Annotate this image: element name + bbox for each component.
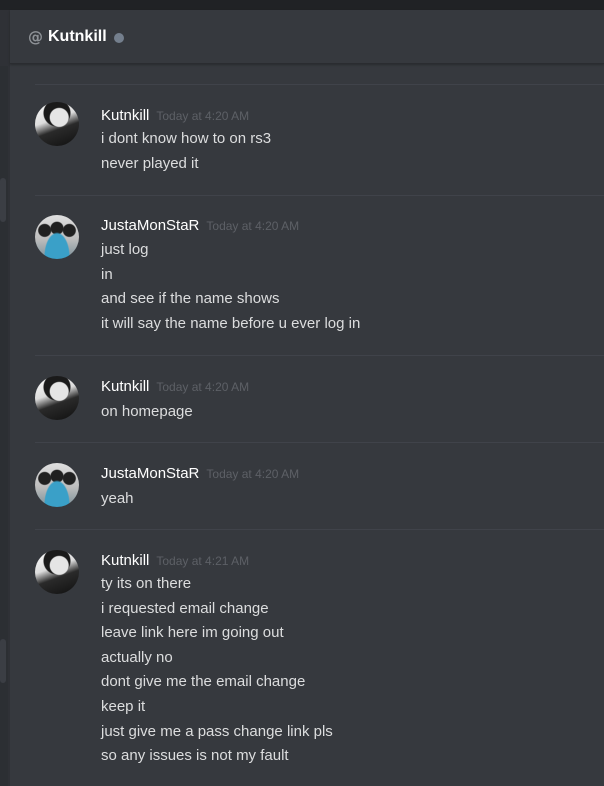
message-body: just log in and see if the name shows it…: [101, 238, 594, 336]
kutnkill-avatar[interactable]: [35, 550, 79, 594]
message-timestamp: Today at 4:20 AM: [206, 467, 300, 481]
message-timestamp: Today at 4:20 AM: [156, 109, 250, 123]
message-line: it will say the name before u ever log i…: [101, 314, 361, 332]
message-line: actually no: [101, 648, 173, 666]
message-line: yeah: [101, 490, 134, 507]
justamonstar-avatar[interactable]: [35, 215, 79, 259]
author-name[interactable]: JustaMonStaR: [101, 217, 199, 234]
message-divider: [35, 355, 604, 356]
message-body: i dont know how to on rs3 never played i…: [101, 127, 594, 176]
message-divider: [35, 195, 604, 196]
message-timestamp: Today at 4:20 AM: [156, 380, 250, 394]
author-name[interactable]: JustaMonStaR: [101, 465, 199, 482]
message-divider: [35, 442, 604, 443]
message-line: keep it: [101, 697, 146, 715]
message-line: never played it: [101, 154, 199, 172]
message-author[interactable]: JustaMonStaR Today at 4:20 AM: [101, 217, 299, 234]
message-line: so any issues is not my fault: [101, 747, 289, 765]
author-name[interactable]: Kutnkill: [101, 378, 149, 395]
kutnkill-avatar[interactable]: [35, 376, 79, 420]
message-timestamp: Today at 4:20 AM: [206, 219, 300, 233]
window-top-bar: [0, 0, 604, 10]
offline-status-icon: [113, 33, 124, 43]
message-author[interactable]: Kutnkill Today at 4:20 AM: [101, 378, 249, 395]
channel-title[interactable]: Kutnkill: [48, 28, 107, 46]
message-line: leave link here im going out: [101, 624, 284, 642]
scrollbar-thumb-lower[interactable]: [0, 639, 6, 683]
author-name[interactable]: Kutnkill: [101, 552, 149, 569]
message-body: yeah: [101, 487, 594, 512]
message-line: i dont know how to on rs3: [101, 130, 272, 147]
message-timestamp: Today at 4:21 AM: [156, 554, 250, 568]
message-line: just log: [101, 241, 149, 258]
message-line: i requested email change: [101, 599, 269, 617]
message-author[interactable]: Kutnkill Today at 4:20 AM: [101, 107, 249, 124]
message-divider: [35, 529, 604, 530]
message-line: on homepage: [101, 403, 193, 420]
channel-header: @ Kutnkill: [10, 10, 604, 64]
scrollbar[interactable]: [0, 66, 8, 786]
justamonstar-avatar[interactable]: [35, 463, 79, 507]
message-body: ty its on there i requested email change…: [101, 572, 594, 769]
message-line: dont give me the email change: [101, 673, 306, 691]
message-line: and see if the name shows: [101, 290, 280, 308]
message-author[interactable]: JustaMonStaR Today at 4:20 AM: [101, 465, 299, 482]
message-list: Kutnkill Today at 4:20 AM i dont know how…: [10, 64, 604, 786]
message-line: just give me a pass change link pls: [101, 722, 333, 740]
scrollbar-thumb[interactable]: [0, 178, 6, 222]
dm-at-icon: @: [28, 27, 43, 46]
kutnkill-avatar[interactable]: [35, 102, 79, 146]
message-body: on homepage: [101, 400, 594, 425]
message-line: ty its on there: [101, 575, 192, 592]
message-author[interactable]: Kutnkill Today at 4:21 AM: [101, 552, 249, 569]
message-divider: [35, 84, 604, 85]
author-name[interactable]: Kutnkill: [101, 107, 149, 124]
message-line: in: [101, 265, 113, 283]
